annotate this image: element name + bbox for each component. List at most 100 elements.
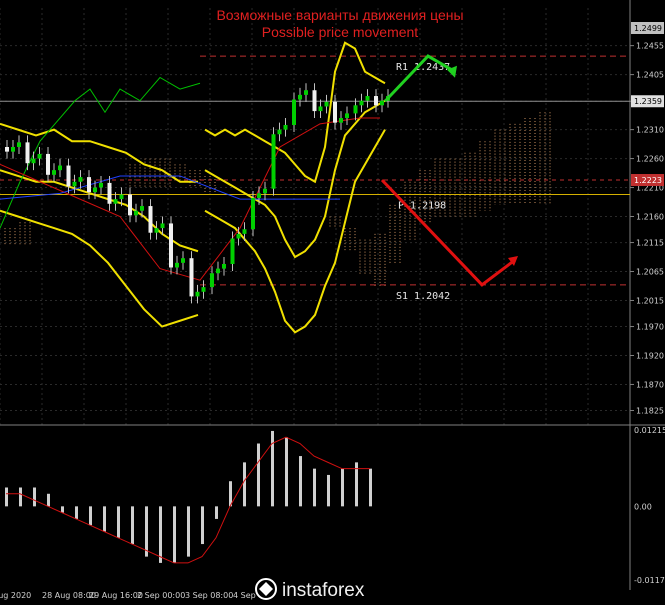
price-tick-label: 1.2405 (636, 71, 664, 80)
candle-body (345, 113, 349, 119)
candle-body (140, 206, 144, 211)
candle-body (5, 147, 9, 152)
price-tick-label: 1.1970 (636, 323, 664, 332)
candle-body (148, 206, 153, 233)
price-tick-label: 1.2065 (636, 268, 664, 277)
candle-body (52, 170, 56, 175)
macd-bar (369, 468, 372, 507)
candle-body (283, 124, 288, 130)
current-price-label: 1.2359 (634, 97, 662, 106)
time-label: 27 Aug 2020 (0, 591, 31, 600)
candle-body (46, 153, 50, 175)
macd-tick-label: 0.01215 (634, 426, 665, 435)
time-label: 29 Aug 16:00 (89, 591, 143, 600)
logo-text: instaforex (282, 580, 365, 601)
candle-body (107, 182, 112, 204)
candle-body (72, 181, 77, 187)
macd-bar (5, 487, 8, 507)
macd-bar (19, 487, 22, 507)
macd-bar (33, 487, 36, 507)
chart-title: Возможные варианты движения цены (216, 7, 463, 23)
candle-body (66, 165, 71, 187)
price-tick-label: 1.2160 (636, 213, 664, 222)
macd-bar (341, 468, 344, 507)
candle-body (277, 129, 282, 135)
candle-body (230, 238, 235, 264)
price-tick-label: 1.1920 (636, 352, 664, 361)
candle-body (263, 188, 267, 194)
macd-bar (271, 430, 274, 507)
candle-body (99, 182, 103, 188)
macd-bar (285, 437, 288, 507)
candle-body (365, 96, 370, 101)
candle-body (324, 101, 329, 107)
candle-body (380, 100, 384, 106)
candle-body (222, 263, 226, 269)
candle-body (11, 147, 15, 152)
candle-body (78, 177, 83, 182)
level-label-s1: S1 1.2042 (396, 291, 450, 302)
candle-body (312, 90, 317, 112)
candle-body (134, 210, 138, 216)
macd-bar (173, 506, 176, 563)
price-chart: R1 1.2437P 1.2198S1 1.2042 0.012150.00-0… (0, 0, 665, 605)
macd-bar (159, 506, 162, 563)
candle-body (216, 268, 220, 274)
candle-body (119, 194, 124, 200)
candle-body (251, 197, 255, 230)
macd-bar (327, 474, 330, 507)
macd-bar (89, 506, 92, 526)
price-tick-label: 1.1870 (636, 380, 664, 389)
chart-subtitle: Possible price movement (262, 24, 419, 40)
macd-bar (243, 462, 246, 507)
candle-body (175, 262, 179, 268)
candle-body (181, 258, 185, 263)
macd-bar (117, 506, 120, 538)
time-label: 3 Sep 08:00 (185, 591, 233, 600)
candle-body (195, 291, 200, 297)
time-label: 2 Sep 00:00 (137, 591, 185, 600)
candle-body (37, 153, 42, 159)
candle-body (154, 228, 159, 233)
candle-body (353, 105, 358, 114)
macd-bar (145, 506, 148, 557)
macd-bar (61, 506, 64, 513)
macd-bar (201, 506, 204, 545)
macd-bar (131, 506, 134, 545)
price-tick-label: 1.2455 (636, 42, 664, 51)
candle-body (113, 199, 118, 204)
candle-body (93, 187, 97, 193)
candle-body (201, 287, 206, 292)
marker-price-label: 1.2223 (634, 176, 662, 185)
candle-body (242, 229, 247, 234)
candle-body (17, 142, 21, 147)
macd-bar (75, 506, 78, 519)
macd-tick-label: -0.01172 (634, 576, 665, 585)
candle-body (271, 134, 276, 189)
price-tick-label: 1.2260 (636, 155, 664, 164)
candle-body (128, 194, 132, 216)
candle-body (210, 273, 214, 288)
candle-body (292, 99, 296, 125)
macd-bar (103, 506, 106, 532)
macd-bar (215, 506, 218, 519)
time-label: 28 Aug 08:00 (42, 591, 96, 600)
candle-body (257, 193, 261, 198)
candle-body (31, 158, 36, 164)
candle-body (304, 90, 308, 95)
price-tick-label: 1.2115 (636, 239, 664, 248)
price-tick-label: 1.2015 (636, 296, 664, 305)
macd-bar (47, 493, 50, 507)
candle-body (87, 177, 91, 193)
candle-body (189, 258, 194, 297)
candle-body (339, 118, 343, 123)
candle-body (374, 96, 378, 106)
candle-body (333, 101, 337, 123)
candle-body (160, 223, 165, 229)
price-tick-label: 1.2310 (636, 126, 664, 135)
candle-body (298, 94, 302, 100)
top-price-label: 1.2499 (634, 24, 662, 33)
time-label: 4 Sep (233, 591, 256, 600)
macd-bar (257, 443, 260, 507)
candle-body (169, 223, 173, 268)
